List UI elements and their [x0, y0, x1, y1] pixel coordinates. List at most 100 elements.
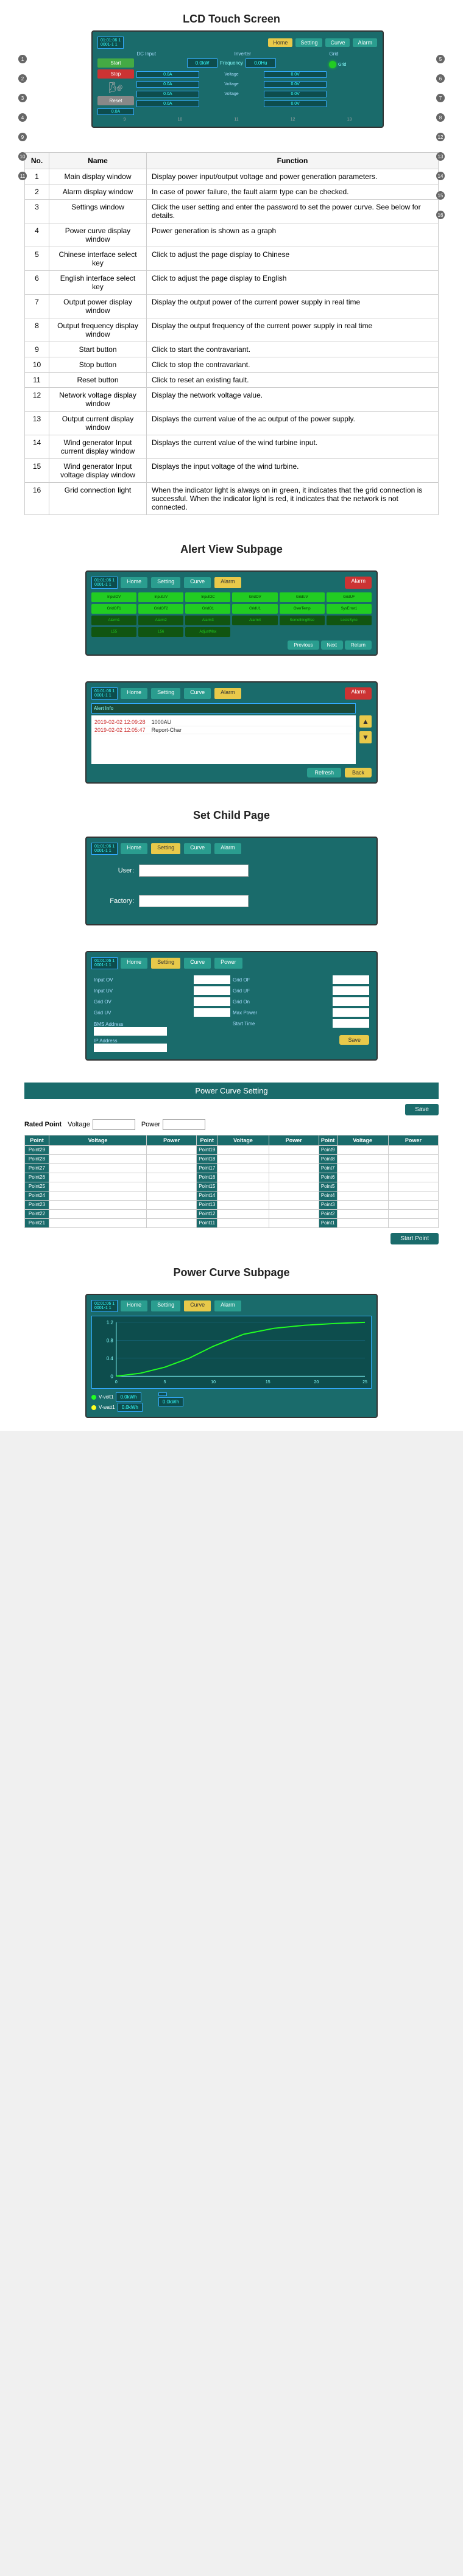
pc-nav-alarm[interactable]: Alarm: [214, 1300, 242, 1312]
pcs-volt-input-l6[interactable]: [51, 1202, 144, 1208]
stop-btn[interactable]: Stop: [97, 69, 134, 79]
pc-nav-setting[interactable]: Setting: [150, 1300, 181, 1312]
scroll-up-btn[interactable]: ▲: [359, 715, 372, 728]
rated-power-input[interactable]: [163, 1119, 205, 1130]
pcs-volt-input-l4[interactable]: [51, 1184, 144, 1190]
pcs-volt-input-r3[interactable]: [339, 1175, 386, 1181]
pcs-pow-input-m5[interactable]: [271, 1193, 317, 1199]
nav-curve[interactable]: Curve: [325, 38, 350, 47]
grid-uf-input[interactable]: [333, 986, 369, 995]
pcs-pow-input-r1[interactable]: [391, 1157, 436, 1162]
reset-btn[interactable]: Reset: [97, 96, 134, 105]
pcs-volt-input-l0[interactable]: [51, 1148, 144, 1153]
alert-nav-alarm[interactable]: Alarm: [214, 577, 242, 589]
detail-nav-curve[interactable]: Curve: [183, 687, 211, 700]
pcs-volt-input-l7[interactable]: [51, 1212, 144, 1217]
detail-nav-home[interactable]: Home: [120, 687, 148, 700]
pcs-pow-input-m0[interactable]: [271, 1148, 317, 1153]
pcs-pow-input-m6[interactable]: [271, 1202, 317, 1208]
set-nav-alarm[interactable]: Alarm: [214, 843, 242, 855]
pcs-pow-input-l7[interactable]: [149, 1212, 194, 1217]
pcs-volt-input-r6[interactable]: [339, 1202, 386, 1208]
pcs-volt-input-m0[interactable]: [219, 1148, 266, 1153]
pcs-pow-input-m7[interactable]: [271, 1212, 317, 1217]
pcs-save-btn-top[interactable]: Save: [405, 1104, 439, 1115]
pcs-pow-input-l5[interactable]: [149, 1193, 194, 1199]
nav-home[interactable]: Home: [267, 38, 293, 47]
settings-nav-setting[interactable]: Setting: [150, 957, 181, 969]
pcs-volt-input-l5[interactable]: [51, 1193, 144, 1199]
alert-nav-curve[interactable]: Curve: [183, 577, 211, 589]
pcs-pow-input-l6[interactable]: [149, 1202, 194, 1208]
input-uv-input[interactable]: [194, 986, 230, 995]
start-btn[interactable]: Start: [97, 58, 134, 68]
start-point-btn[interactable]: Start Point: [391, 1233, 439, 1244]
pcs-pow-input-r3[interactable]: [391, 1175, 436, 1181]
pcs-volt-input-m4[interactable]: [219, 1184, 266, 1190]
pcs-volt-input-r5[interactable]: [339, 1193, 386, 1199]
grid-uv-input[interactable]: [194, 1008, 230, 1017]
pcs-pow-input-m2[interactable]: [271, 1166, 317, 1171]
pcs-volt-input-r2[interactable]: [339, 1166, 386, 1171]
rated-voltage-input[interactable]: [93, 1119, 135, 1130]
pcs-pow-input-r5[interactable]: [391, 1193, 436, 1199]
pcs-volt-input-m8[interactable]: [219, 1221, 266, 1226]
pcs-volt-input-r8[interactable]: [339, 1221, 386, 1226]
nav-alarm[interactable]: Alarm: [352, 38, 378, 47]
back-btn[interactable]: Back: [345, 768, 372, 777]
pcs-volt-input-m6[interactable]: [219, 1202, 266, 1208]
pcs-pow-input-m3[interactable]: [271, 1175, 317, 1181]
pcs-volt-input-l2[interactable]: [51, 1166, 144, 1171]
prev-btn[interactable]: Previous: [288, 640, 319, 650]
return-btn[interactable]: Return: [345, 640, 372, 650]
grid-of-input[interactable]: [333, 975, 369, 984]
start-time-input[interactable]: [333, 1019, 369, 1028]
pcs-pow-input-m1[interactable]: [271, 1157, 317, 1162]
grid-ov-input[interactable]: [194, 997, 230, 1006]
detail-nav-alarm[interactable]: Alarm: [214, 687, 242, 700]
pcs-pow-input-l2[interactable]: [149, 1166, 194, 1171]
pcs-pow-input-l1[interactable]: [149, 1157, 194, 1162]
nav-setting[interactable]: Setting: [295, 38, 323, 47]
scroll-down-btn[interactable]: ▼: [359, 731, 372, 743]
pcs-pow-input-l8[interactable]: [149, 1221, 194, 1226]
detail-nav-setting[interactable]: Setting: [150, 687, 181, 700]
pcs-pow-input-m8[interactable]: [271, 1221, 317, 1226]
pcs-pow-input-l4[interactable]: [149, 1184, 194, 1190]
pcs-volt-input-r1[interactable]: [339, 1157, 386, 1162]
grid-on-input[interactable]: [333, 997, 369, 1006]
pcs-pow-input-m4[interactable]: [271, 1184, 317, 1190]
alert-nav-setting[interactable]: Setting: [150, 577, 181, 589]
settings-nav-curve[interactable]: Curve: [183, 957, 211, 969]
settings-save-btn[interactable]: Save: [339, 1035, 369, 1045]
pcs-volt-input-l3[interactable]: [51, 1175, 144, 1181]
pcs-volt-input-m7[interactable]: [219, 1212, 266, 1217]
ip-input[interactable]: [94, 1044, 167, 1052]
pcs-pow-input-r4[interactable]: [391, 1184, 436, 1190]
pcs-pow-input-r7[interactable]: [391, 1212, 436, 1217]
alert-alarm-btn[interactable]: Alarm: [345, 577, 372, 589]
set-nav-setting[interactable]: Setting: [150, 843, 181, 855]
pcs-volt-input-m2[interactable]: [219, 1166, 266, 1171]
pcs-pow-input-r8[interactable]: [391, 1221, 436, 1226]
set-nav-home[interactable]: Home: [120, 843, 148, 855]
detail-alarm-btn[interactable]: Alarm: [345, 687, 372, 700]
user-input[interactable]: [139, 865, 249, 877]
pcs-volt-input-l8[interactable]: [51, 1221, 144, 1226]
settings-nav-home[interactable]: Home: [120, 957, 148, 969]
input-ov-input[interactable]: [194, 975, 230, 984]
next-btn[interactable]: Next: [321, 640, 343, 650]
set-nav-curve[interactable]: Curve: [183, 843, 211, 855]
pcs-volt-input-l1[interactable]: [51, 1157, 144, 1162]
pcs-pow-input-l3[interactable]: [149, 1175, 194, 1181]
pcs-volt-input-r7[interactable]: [339, 1212, 386, 1217]
factory-input[interactable]: [139, 895, 249, 907]
pcs-volt-input-m5[interactable]: [219, 1193, 266, 1199]
pcs-volt-input-m3[interactable]: [219, 1175, 266, 1181]
alert-nav-home[interactable]: Home: [120, 577, 148, 589]
pc-nav-home[interactable]: Home: [120, 1300, 148, 1312]
settings-nav-power[interactable]: Power: [214, 957, 243, 969]
pcs-pow-input-r0[interactable]: [391, 1148, 436, 1153]
pcs-volt-input-r4[interactable]: [339, 1184, 386, 1190]
pcs-pow-input-l0[interactable]: [149, 1148, 194, 1153]
